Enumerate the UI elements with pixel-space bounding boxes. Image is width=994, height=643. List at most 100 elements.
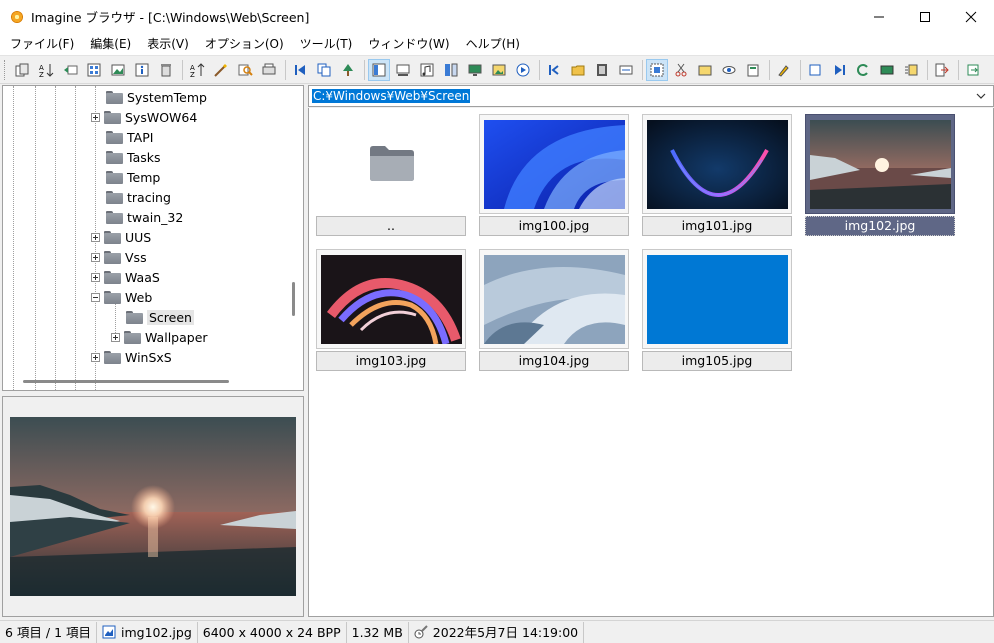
tb-duplicate-button[interactable] [313, 59, 335, 81]
tree-item[interactable]: Temp [106, 167, 160, 187]
app-sun-icon[interactable] [9, 9, 25, 25]
tb-monitor-button[interactable] [464, 59, 486, 81]
toolbar-separator [769, 59, 770, 80]
tree-item[interactable]: WinSxS [91, 347, 172, 367]
tb-slideshow-button[interactable] [488, 59, 510, 81]
tree-icon [343, 63, 353, 76]
tb-new-folder-button[interactable] [567, 59, 589, 81]
folder-icon [104, 350, 121, 364]
tb-prev-button[interactable] [543, 59, 565, 81]
tb-album-button[interactable] [694, 59, 716, 81]
thumbnail-item[interactable]: img100.jpg [479, 114, 629, 236]
tb-search-button[interactable] [234, 59, 256, 81]
tb-view-toggle-button[interactable] [368, 58, 390, 81]
tree-guide-line [35, 86, 36, 390]
expand-toggle[interactable] [91, 232, 100, 242]
minimize-button[interactable] [856, 0, 902, 33]
toolbar-grip[interactable] [4, 59, 7, 80]
menu-bar: ファイル(F) 編集(E) 表示(V) オプション(O) ツール(T) ウィンド… [0, 33, 994, 55]
tb-fit-button[interactable] [615, 59, 637, 81]
tb-filmstrip-button[interactable] [392, 59, 414, 81]
tb-play-button[interactable] [512, 59, 534, 81]
tb-sort-button[interactable]: AZ [186, 59, 208, 81]
menu-options[interactable]: オプション(O) [197, 33, 292, 55]
tb-first-button[interactable] [289, 59, 311, 81]
expand-toggle[interactable] [91, 112, 100, 122]
tb-tree-button[interactable] [337, 59, 359, 81]
tree-item-label: SysWOW64 [125, 109, 198, 125]
tb-scan-button[interactable] [258, 59, 280, 81]
thumbnail-item[interactable]: img104.jpg [479, 249, 629, 371]
menu-file[interactable]: ファイル(F) [2, 33, 82, 55]
properties-icon [747, 64, 759, 76]
tree-item[interactable]: tracing [106, 187, 171, 207]
thumbnail-grid[interactable]: .. img100.jpg img101.jpg img102.jpg img1… [308, 108, 994, 617]
tb-next-button[interactable] [828, 59, 850, 81]
tree-item[interactable]: twain_32 [106, 207, 183, 227]
thumbnail-item-selected[interactable]: img102.jpg [805, 114, 955, 236]
tb-strip-button[interactable] [876, 59, 898, 81]
tree-item[interactable]: SysWOW64 [91, 107, 197, 127]
tb-list-button[interactable] [900, 59, 922, 81]
thumbnail-item[interactable]: img101.jpg [642, 114, 792, 236]
tree-vertical-scrollbar[interactable] [292, 282, 295, 316]
tb-cut-button[interactable] [670, 59, 692, 81]
tree-item[interactable]: UUS [91, 227, 151, 247]
maximize-button[interactable] [902, 0, 948, 33]
path-field[interactable]: C:¥Windows¥Web¥Screen [308, 85, 994, 107]
collapse-toggle[interactable] [91, 292, 100, 302]
tb-image-button[interactable] [107, 59, 129, 81]
expand-toggle[interactable] [91, 352, 100, 362]
menu-view[interactable]: 表示(V) [139, 33, 197, 55]
close-button[interactable] [948, 0, 994, 33]
thumbnail-item[interactable]: img103.jpg [316, 249, 466, 371]
tree-item[interactable]: Tasks [106, 147, 161, 167]
tree-item[interactable]: Vss [91, 247, 147, 267]
tb-frame-button[interactable] [804, 59, 826, 81]
tb-rename-button[interactable] [59, 59, 81, 81]
menu-help[interactable]: ヘルプ(H) [458, 33, 528, 55]
tb-paint-button[interactable] [773, 59, 795, 81]
tree-item[interactable]: Web [91, 287, 152, 307]
tree-item[interactable]: WaaS [91, 267, 160, 287]
tb-rotate-button[interactable] [852, 59, 874, 81]
expand-toggle[interactable] [91, 252, 100, 262]
tb-pages-button[interactable] [440, 59, 462, 81]
tb-info-button[interactable] [131, 59, 153, 81]
menu-window[interactable]: ウィンドウ(W) [360, 33, 457, 55]
next-icon [835, 64, 845, 75]
thumbnail-item[interactable]: .. [316, 114, 466, 236]
tb-film-button[interactable] [591, 59, 613, 81]
sort-az-icon: AZ [39, 63, 54, 78]
rotate-icon [857, 63, 868, 76]
tb-properties-button[interactable] [742, 59, 764, 81]
tree-item[interactable]: Wallpaper [111, 327, 208, 347]
tb-select-button[interactable] [646, 58, 668, 81]
thumbnail-label: img101.jpg [642, 216, 792, 236]
expand-toggle[interactable] [91, 272, 100, 282]
tb-view-button[interactable] [718, 59, 740, 81]
folder-icon [106, 210, 123, 224]
tb-export-button[interactable] [931, 59, 953, 81]
menu-edit[interactable]: 編集(E) [82, 33, 139, 55]
chevron-down-icon[interactable] [975, 90, 987, 102]
tree-item[interactable]: TAPI [106, 127, 153, 147]
tb-grid-button[interactable] [83, 59, 105, 81]
tree-horizontal-scrollbar[interactable] [23, 380, 229, 383]
menu-tools[interactable]: ツール(T) [292, 33, 361, 55]
expand-toggle[interactable] [111, 332, 120, 342]
window-controls [856, 0, 994, 33]
tb-trash-button[interactable] [155, 59, 177, 81]
minimize-icon [874, 16, 884, 17]
folder-tree[interactable]: SystemTemp SysWOW64 TAPI Tasks Temp trac… [2, 85, 304, 391]
tree-item-selected[interactable]: Screen [126, 307, 194, 327]
thumbnail-frame [479, 114, 629, 214]
tb-edit-button[interactable] [210, 59, 232, 81]
tb-sort-az-button[interactable]: AZ [35, 59, 57, 81]
thumbnail-item[interactable]: img105.jpg [642, 249, 792, 371]
tb-music-button[interactable] [416, 59, 438, 81]
folder-icon [124, 330, 141, 344]
tb-copy-button[interactable] [11, 59, 33, 81]
tree-item[interactable]: SystemTemp [106, 87, 207, 107]
tb-exit-button[interactable] [962, 59, 984, 81]
